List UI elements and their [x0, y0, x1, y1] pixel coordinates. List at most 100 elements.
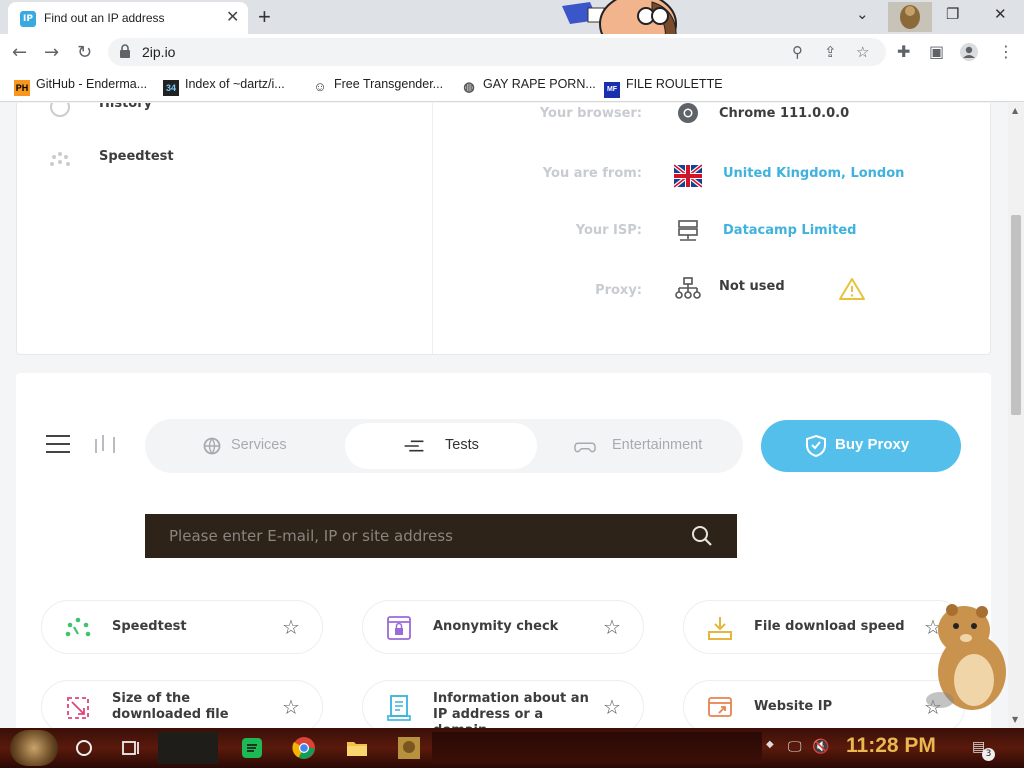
profile-thumbnail-icon[interactable]: [888, 2, 932, 32]
bookmark-star-icon[interactable]: ☆: [856, 43, 869, 61]
tab-bar: IP Find out an IP address ✕ + ⌄ ❐ ✕: [0, 0, 1024, 55]
bookmark-label: FILE ROULETTE: [626, 77, 723, 91]
bookmark-free-transgender[interactable]: ☺ Free Transgender...: [312, 77, 443, 95]
side-panel-icon[interactable]: ▣: [929, 42, 944, 61]
address-bar[interactable]: 2ip.io ⚲ ⇪ ☆: [108, 38, 886, 66]
favorite-star-icon[interactable]: ☆: [603, 695, 621, 719]
scroll-down-icon[interactable]: ▼: [1012, 715, 1018, 724]
page-viewport: History Speedtest Your browser: Chrome 1…: [0, 103, 1008, 728]
test-card-ip-info[interactable]: Information about an IP address or a dom…: [362, 680, 644, 728]
search-input[interactable]: [145, 514, 685, 558]
network-tray-icon[interactable]: 🖵: [788, 739, 802, 755]
download-icon: [708, 617, 732, 640]
close-tab-icon[interactable]: ✕: [226, 9, 239, 25]
globe-favicon-icon: ◍: [463, 79, 475, 94]
tray-expand-icon[interactable]: ◆: [766, 739, 774, 750]
favorite-star-icon[interactable]: ☆: [282, 695, 300, 719]
test-label: Information about an IP address or a dom…: [433, 691, 589, 728]
chrome-taskbar-icon[interactable]: [292, 736, 316, 760]
chrome-icon: [678, 103, 698, 123]
scroll-up-icon[interactable]: ▲: [1012, 106, 1018, 115]
extensions-icon[interactable]: ✚: [897, 42, 910, 61]
tab-services[interactable]: Services: [153, 423, 343, 469]
close-window-icon[interactable]: ✕: [994, 5, 1007, 23]
buy-proxy-button[interactable]: Buy Proxy: [761, 420, 961, 472]
search-icon[interactable]: [691, 525, 713, 547]
sidebar-item-speedtest[interactable]: Speedtest: [99, 149, 174, 164]
share-icon[interactable]: ⇪: [824, 43, 837, 61]
taskbar-clock[interactable]: 11:28 PM: [846, 734, 936, 758]
forward-arrow-icon[interactable]: →: [44, 42, 59, 63]
spotify-icon[interactable]: [240, 736, 264, 760]
url-text: 2ip.io: [142, 44, 176, 60]
sidebar-item-history[interactable]: History: [99, 103, 152, 111]
browser-tab[interactable]: IP Find out an IP address ✕: [8, 2, 248, 34]
tools-card: Services Tests Entertainment Buy Proxy P…: [16, 373, 991, 728]
test-card-anonymity[interactable]: Anonymity check ☆: [362, 600, 644, 654]
back-arrow-icon[interactable]: ←: [12, 42, 27, 63]
bookmark-label: GitHub - Enderma...: [36, 77, 148, 91]
shield-icon: [806, 434, 826, 458]
mask-favicon-icon: ☺: [313, 79, 327, 94]
bookmark-label: Index of ~dartz/i...: [185, 77, 285, 91]
test-label: File download speed: [754, 619, 905, 634]
browser-label: Your browser:: [539, 106, 642, 121]
tests-icon: [404, 440, 424, 452]
test-label: Speedtest: [112, 619, 187, 634]
ip-info-card: History Speedtest Your browser: Chrome 1…: [16, 103, 991, 355]
start-button[interactable]: [10, 730, 58, 766]
card-divider: [432, 103, 433, 354]
taskbar-empty-area: [432, 732, 762, 764]
windows-taskbar: ◆ 🖵 🔇 11:28 PM ▤ 3: [0, 728, 1024, 768]
new-tab-button[interactable]: +: [258, 4, 271, 30]
isp-link[interactable]: Datacamp Limited: [723, 223, 857, 238]
restore-window-icon[interactable]: ❐: [946, 5, 959, 23]
reload-icon[interactable]: ↻: [77, 42, 92, 63]
bookmark-index[interactable]: 34 Index of ~dartz/i...: [163, 77, 285, 96]
file-roulette-favicon-icon: MF: [604, 82, 620, 98]
notification-count-badge: 3: [982, 748, 995, 761]
warning-icon[interactable]: [838, 277, 866, 301]
app-taskbar-icon[interactable]: [397, 736, 421, 760]
speedtest-icon: [50, 152, 70, 166]
index-favicon-icon: 34: [163, 80, 179, 96]
tab-favicon-icon: IP: [20, 11, 36, 27]
test-card-speedtest[interactable]: Speedtest ☆: [41, 600, 323, 654]
bookmark-file-roulette[interactable]: MF FILE ROULETTE: [604, 77, 723, 98]
bars-icon[interactable]: [94, 435, 116, 455]
hamburger-menu-icon[interactable]: [46, 435, 70, 453]
task-view-icon[interactable]: [119, 736, 143, 760]
file-explorer-icon[interactable]: [345, 736, 369, 760]
tab-search-icon[interactable]: ⌄: [856, 5, 869, 23]
tab-entertainment[interactable]: Entertainment: [540, 423, 738, 469]
bookmark-github[interactable]: PH GitHub - Enderma...: [14, 77, 148, 96]
history-icon: [50, 103, 70, 117]
resize-icon: [67, 697, 89, 719]
pornhub-favicon-icon: PH: [14, 80, 30, 96]
tab-tests-label: Tests: [445, 437, 479, 453]
tab-title: Find out an IP address: [44, 11, 165, 25]
search-circle-icon[interactable]: [72, 736, 96, 760]
menu-kebab-icon[interactable]: ⋮: [998, 42, 1014, 61]
test-label: Website IP: [754, 699, 833, 714]
zoom-icon[interactable]: ⚲: [792, 43, 803, 61]
website-link-icon: [708, 697, 732, 717]
tab-entertainment-label: Entertainment: [612, 437, 703, 453]
scroll-thumb[interactable]: [1011, 215, 1021, 415]
location-link[interactable]: United Kingdom, London: [723, 166, 904, 181]
uk-flag-icon: [674, 164, 702, 188]
favorite-star-icon[interactable]: ☆: [282, 615, 300, 639]
bookmark-label: Free Transgender...: [334, 77, 444, 91]
taskbar-slot[interactable]: [158, 732, 218, 764]
favorite-star-icon[interactable]: ☆: [603, 615, 621, 639]
bookmark-label: GAY RAPE PORN...: [483, 77, 596, 91]
tab-tests[interactable]: Tests: [345, 423, 537, 469]
test-label: Size of the downloaded file: [112, 691, 229, 722]
profile-avatar-icon[interactable]: [960, 43, 978, 61]
volume-muted-icon[interactable]: 🔇: [812, 739, 829, 755]
test-card-downloaded-size[interactable]: Size of the downloaded file ☆: [41, 680, 323, 728]
proxy-label: Proxy:: [595, 283, 642, 298]
isp-label: Your ISP:: [575, 223, 642, 238]
document-info-icon: [387, 695, 411, 721]
bookmark-gay[interactable]: ◍ GAY RAPE PORN...: [461, 77, 596, 95]
